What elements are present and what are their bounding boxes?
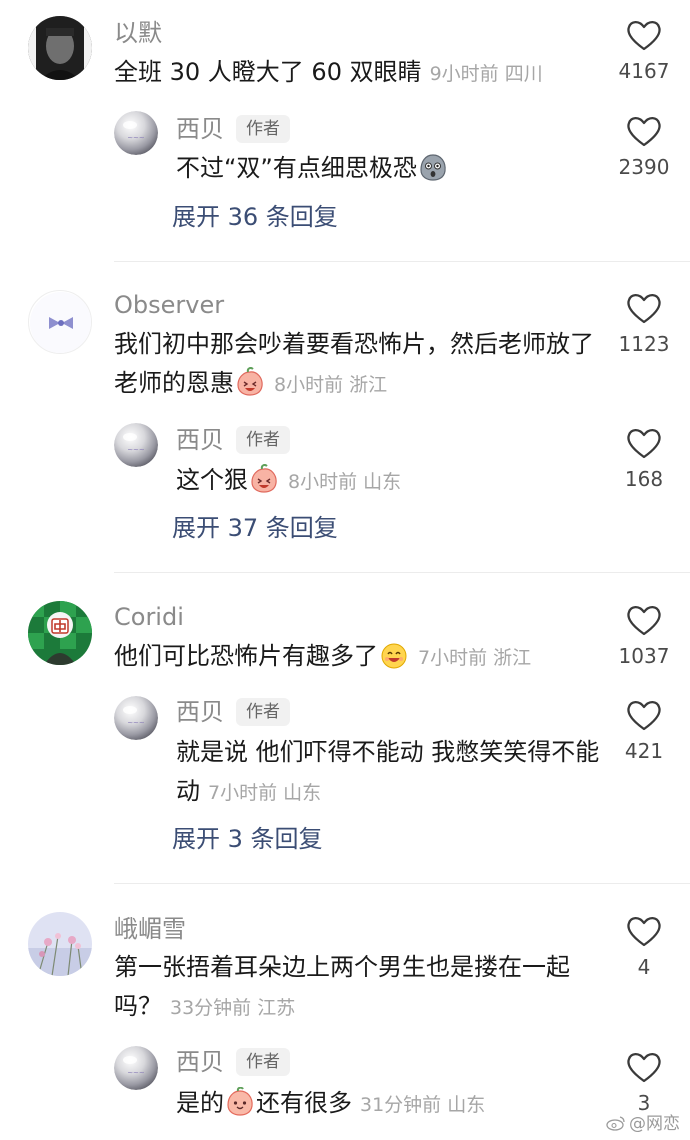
like-button[interactable]: 4 [604,914,684,979]
divider [114,572,690,573]
comment-meta: 9小时前 四川 [429,63,543,85]
heart-icon [626,603,662,637]
watermark-text: @网恋 [629,1114,680,1134]
weibo-logo-icon [606,1116,625,1131]
divider [114,883,690,884]
like-count: 168 [624,467,664,491]
comment-meta: 33分钟前 江苏 [170,997,296,1019]
heart-icon [626,426,662,460]
comment-text[interactable]: 他们可比恐怖片有趣多了 7小时前 浙江 [114,637,600,678]
reply-meta: 7小时前 山东 [208,782,322,804]
reply-body: 这个狠 [176,466,248,494]
heart-icon [626,1050,662,1084]
comment-body: 他们可比恐怖片有趣多了 [114,642,378,670]
heart-icon [626,291,662,325]
reply-body: 不过“双”有点细思极恐 [176,154,417,182]
reply-text[interactable]: 是的 还有很多 31分钟前 山东 [176,1084,600,1125]
comment-text[interactable]: 我们初中那会吵着要看恐怖片，然后老师放了老师的恩惠 8小时前 浙江 [114,325,600,405]
user-avatar[interactable] [28,16,92,80]
username[interactable]: 西贝 [176,1047,224,1077]
like-count: 1123 [618,332,670,356]
expand-replies-link[interactable]: 展开 36 条回复 [172,202,338,232]
author-avatar[interactable] [114,423,158,467]
username[interactable]: 以默 [114,18,162,48]
username[interactable]: 西贝 [176,697,224,727]
user-avatar[interactable] [28,290,92,354]
like-count: 421 [624,739,664,763]
username[interactable]: Observer [114,290,224,320]
like-button[interactable]: 1037 [604,603,684,668]
like-button[interactable]: 3 [604,1050,684,1115]
reply-meta: 31分钟前 山东 [360,1094,486,1116]
laughing-peach-emoji-icon [235,367,265,397]
user-avatar[interactable] [28,912,92,976]
author-badge: 作者 [236,426,290,454]
reply-body: 是的 [176,1089,224,1117]
comment-text[interactable]: 第一张捂着耳朵边上两个男生也是搂在一起吗？ 33分钟前 江苏 [114,948,600,1028]
like-button[interactable]: 421 [604,698,684,763]
author-avatar[interactable] [114,1046,158,1090]
expand-replies-link[interactable]: 展开 3 条回复 [172,824,323,854]
heart-icon [626,18,662,52]
expand-replies-link[interactable]: 展开 37 条回复 [172,513,338,543]
comment-body: 全班 30 人瞪大了 60 双眼睛 [114,58,422,86]
reply-text[interactable]: 不过“双”有点细思极恐 [176,149,600,188]
heart-icon [626,914,662,948]
shocked-face-emoji-icon [418,152,448,182]
weibo-watermark: @网恋 [606,1109,680,1134]
divider [114,261,690,262]
like-count: 4167 [618,59,670,83]
comment-meta: 8小时前 浙江 [274,374,388,396]
username[interactable]: 西贝 [176,114,224,144]
like-count: 1037 [618,644,670,668]
reply-text[interactable]: 就是说 他们吓得不能动 我憋笑笑得不能动 7小时前 山东 [176,733,600,813]
heart-icon [626,114,662,148]
user-avatar[interactable] [28,601,92,665]
like-button[interactable]: 2390 [604,114,684,179]
heart-icon [626,698,662,732]
author-badge: 作者 [236,115,290,143]
author-avatar[interactable] [114,111,158,155]
reply-body-continued: 还有很多 [256,1089,352,1117]
username[interactable]: 峨嵋雪 [114,914,186,944]
reply-text[interactable]: 这个狠 8小时前 山东 [176,461,600,502]
comment-text[interactable]: 全班 30 人瞪大了 60 双眼睛 9小时前 四川 [114,53,600,94]
like-button[interactable]: 1123 [604,291,684,356]
username[interactable]: Coridi [114,602,184,632]
laughing-peach-emoji-icon [249,464,279,494]
like-count: 2390 [618,155,670,179]
grinning-face-emoji-icon [379,640,409,670]
comment-meta: 7小时前 浙江 [418,647,532,669]
author-badge: 作者 [236,698,290,726]
username[interactable]: 西贝 [176,425,224,455]
smiling-peach-emoji-icon [225,1087,255,1117]
like-count: 4 [637,955,651,979]
author-badge: 作者 [236,1048,290,1076]
like-button[interactable]: 168 [604,426,684,491]
like-button[interactable]: 4167 [604,18,684,83]
reply-meta: 8小时前 山东 [288,471,402,493]
author-avatar[interactable] [114,696,158,740]
